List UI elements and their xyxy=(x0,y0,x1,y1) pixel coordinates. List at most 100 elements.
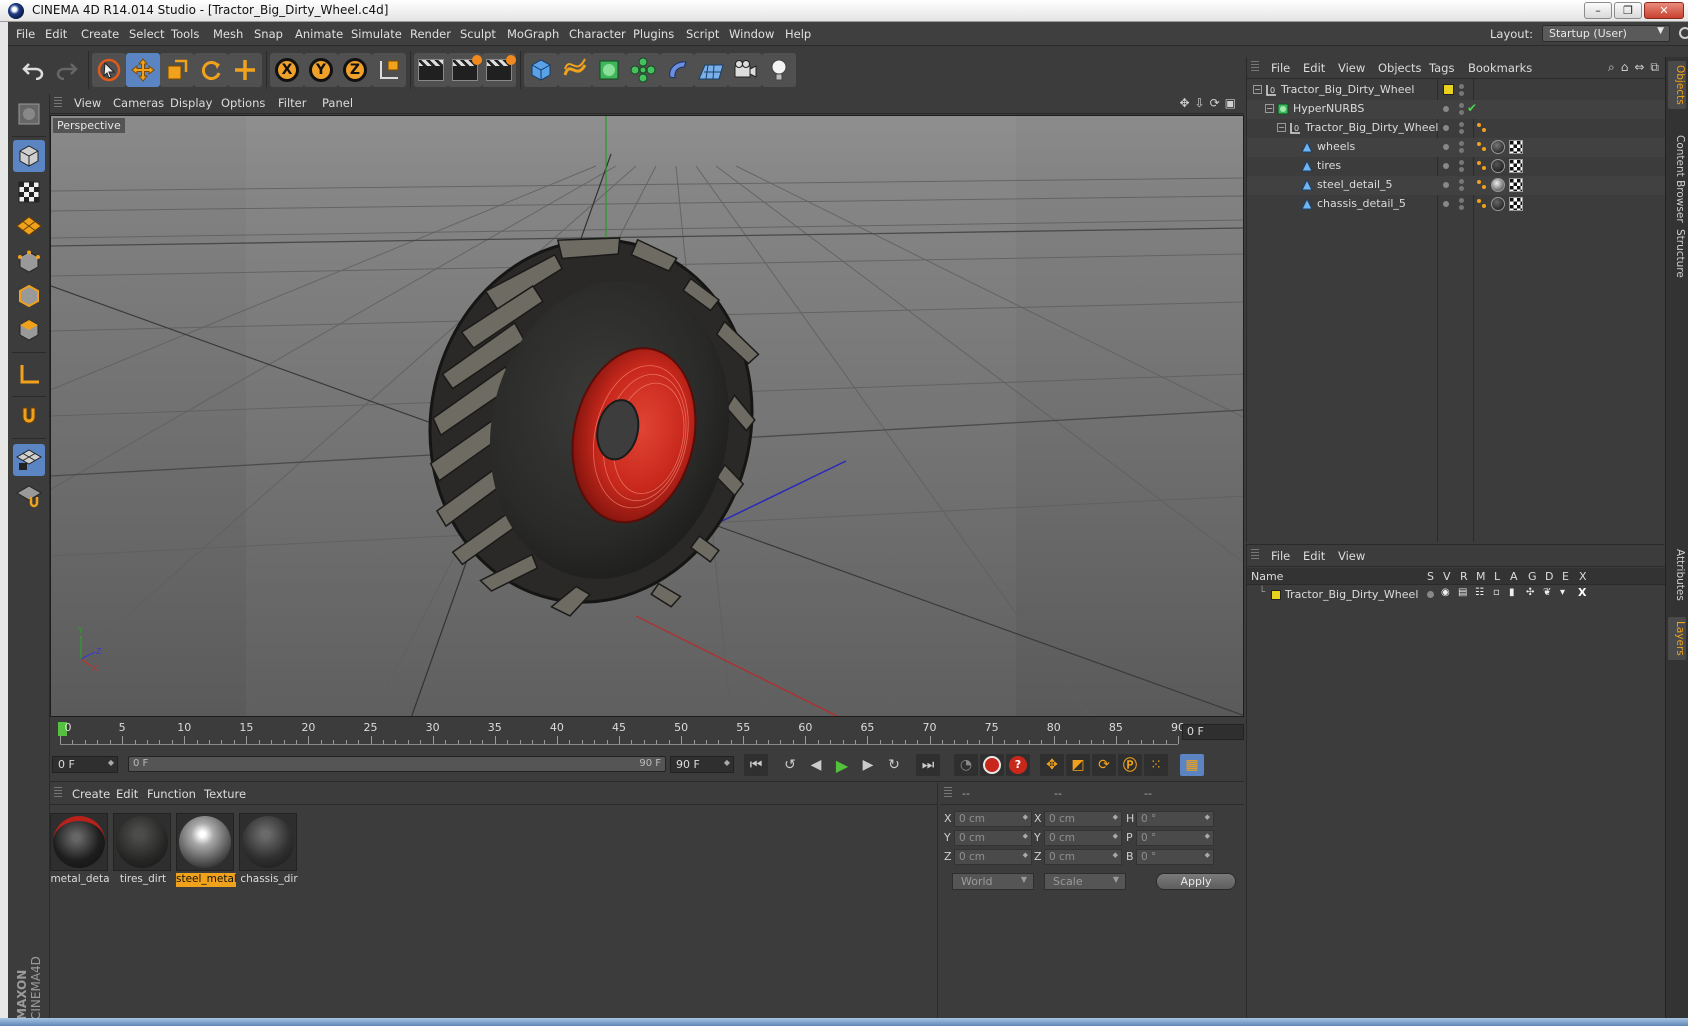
viewport-menu-filter[interactable]: Filter xyxy=(278,96,306,110)
objects-menu-objects[interactable]: Objects xyxy=(1378,61,1421,75)
viewport-menu-options[interactable]: Options xyxy=(221,96,265,110)
panel-grip-icon[interactable] xyxy=(54,787,62,799)
next-key-button[interactable]: ↻ xyxy=(882,754,906,776)
timeline-window-button[interactable]: ▦ xyxy=(1180,754,1204,776)
collapse-toggle[interactable]: − xyxy=(1265,104,1274,113)
layer-dot[interactable] xyxy=(1443,144,1449,150)
column-solo[interactable]: S xyxy=(1427,570,1434,583)
position-y-field[interactable]: 0 cm ◆ xyxy=(954,830,1032,846)
viewport-menu-panel[interactable]: Panel xyxy=(322,96,353,110)
objects-menu-bookmarks[interactable]: Bookmarks xyxy=(1468,61,1532,75)
tab-attributes[interactable]: Attributes xyxy=(1668,545,1686,605)
eye-icon[interactable]: ◉ xyxy=(1441,587,1450,598)
size-x-field[interactable]: 0 cm ◆ xyxy=(1044,811,1122,827)
panel-grip-icon[interactable] xyxy=(1251,549,1259,561)
orbit-icon[interactable]: ⟳ xyxy=(1210,96,1220,110)
menu-tools[interactable]: Tools xyxy=(171,27,199,41)
objects-menu-tags[interactable]: Tags xyxy=(1429,61,1454,75)
menu-plugins[interactable]: Plugins xyxy=(633,27,674,41)
undo-button[interactable] xyxy=(16,53,50,87)
column-locked[interactable]: L xyxy=(1494,570,1500,583)
menu-animate[interactable]: Animate xyxy=(295,27,343,41)
menu-render[interactable]: Render xyxy=(410,27,451,41)
size-mode-dropdown[interactable]: Scale ▼ xyxy=(1044,873,1126,890)
phong-tag-icon[interactable] xyxy=(1477,142,1487,152)
material-menu-texture[interactable]: Texture xyxy=(204,787,246,801)
layer-color-swatch[interactable] xyxy=(1443,84,1454,95)
viewport-menu-view[interactable]: View xyxy=(74,96,101,110)
tab-objects[interactable]: Objects xyxy=(1668,61,1686,109)
menu-help[interactable]: Help xyxy=(785,27,811,41)
visibility-dots[interactable] xyxy=(1459,84,1465,98)
animation-film-icon[interactable]: ▮ xyxy=(1509,587,1515,598)
arrows-icon[interactable]: ⇔ xyxy=(1634,60,1644,75)
edges-mode-button[interactable] xyxy=(13,280,45,312)
generator-icon[interactable]: ✣ xyxy=(1526,587,1534,598)
previous-key-button[interactable]: ↺ xyxy=(778,754,802,776)
size-z-field[interactable]: 0 cm ◆ xyxy=(1044,849,1122,865)
phong-tag-icon[interactable] xyxy=(1477,199,1487,209)
render-view-button[interactable] xyxy=(414,53,448,87)
expression-icon[interactable]: ▾ xyxy=(1560,587,1565,598)
collapse-toggle[interactable]: − xyxy=(1277,123,1286,132)
layer-dot[interactable] xyxy=(1443,125,1449,131)
material-swatch[interactable]: metal_deta xyxy=(50,813,110,889)
apply-button[interactable]: Apply xyxy=(1156,873,1236,890)
play-button[interactable]: ▶ xyxy=(830,754,854,776)
size-y-field[interactable]: 0 cm ◆ xyxy=(1044,830,1122,846)
layer-dot[interactable] xyxy=(1443,106,1449,112)
live-selection-button[interactable] xyxy=(92,53,126,87)
axis-mode-button[interactable] xyxy=(13,358,45,390)
column-manager[interactable]: M xyxy=(1476,570,1486,583)
uvw-tag-icon[interactable] xyxy=(1509,197,1523,211)
viewport-menu-display[interactable]: Display xyxy=(170,96,212,110)
rotate-tool-button[interactable] xyxy=(194,53,228,87)
object-row[interactable]: − 0 Tractor_Big_Dirty_Wheel xyxy=(1247,81,1665,100)
tweak-mode-button[interactable] xyxy=(13,400,45,432)
column-expressions[interactable]: E xyxy=(1562,570,1569,583)
add-camera-button[interactable] xyxy=(728,53,762,87)
home-icon[interactable]: ⌂ xyxy=(1621,60,1629,75)
add-floor-button[interactable] xyxy=(694,53,728,87)
menu-character[interactable]: Character xyxy=(569,27,626,41)
perspective-viewport[interactable]: Y Z X Perspective xyxy=(50,115,1244,717)
add-light-button[interactable] xyxy=(762,53,796,87)
scale-tool-button[interactable] xyxy=(160,53,194,87)
column-animation[interactable]: A xyxy=(1510,570,1518,583)
key-pla-button[interactable]: ⁙ xyxy=(1144,754,1168,776)
material-menu-function[interactable]: Function xyxy=(147,787,196,801)
rotation-p-field[interactable]: 0 ° ◆ xyxy=(1136,830,1214,846)
menu-script[interactable]: Script xyxy=(686,27,719,41)
position-z-field[interactable]: 0 cm ◆ xyxy=(954,849,1032,865)
add-nurbs-button[interactable] xyxy=(592,53,626,87)
motion-record-button[interactable]: ◔ xyxy=(954,754,978,776)
objects-menu-file[interactable]: File xyxy=(1271,61,1290,75)
search-icon[interactable]: ⌕ xyxy=(1608,60,1615,75)
column-view[interactable]: V xyxy=(1443,570,1451,583)
layout-dropdown[interactable]: Startup (User) ▼ xyxy=(1542,25,1670,42)
render-picture-viewer-button[interactable] xyxy=(448,53,482,87)
redo-button[interactable] xyxy=(50,53,84,87)
phong-tag-icon[interactable] xyxy=(1477,161,1487,171)
menu-select[interactable]: Select xyxy=(129,27,164,41)
menu-snap[interactable]: Snap xyxy=(254,27,283,41)
key-scale-button[interactable]: ◩ xyxy=(1066,754,1090,776)
column-deformers[interactable]: D xyxy=(1545,570,1553,583)
snap-workplane-button[interactable] xyxy=(13,444,45,476)
z-axis-lock-button[interactable]: Z xyxy=(338,53,372,87)
recent-tool-button[interactable] xyxy=(228,53,262,87)
menu-simulate[interactable]: Simulate xyxy=(351,27,402,41)
lock-icon[interactable]: ▫ xyxy=(1493,587,1500,598)
visibility-dots[interactable] xyxy=(1459,122,1465,136)
phong-tag-icon[interactable] xyxy=(1477,123,1487,133)
menu-window[interactable]: Window xyxy=(729,27,774,41)
pan-icon[interactable]: ✥ xyxy=(1179,96,1189,110)
previous-frame-button[interactable]: ◀ xyxy=(804,754,828,776)
objects-menu-edit[interactable]: Edit xyxy=(1303,61,1325,75)
add-spline-button[interactable] xyxy=(558,53,592,87)
maximize-view-icon[interactable]: ▣ xyxy=(1225,96,1236,110)
zoom-icon[interactable]: ⇩ xyxy=(1195,96,1205,110)
layer-color-swatch[interactable] xyxy=(1271,590,1281,600)
texture-mode-button[interactable] xyxy=(13,176,45,208)
search-icon[interactable] xyxy=(1679,27,1688,39)
